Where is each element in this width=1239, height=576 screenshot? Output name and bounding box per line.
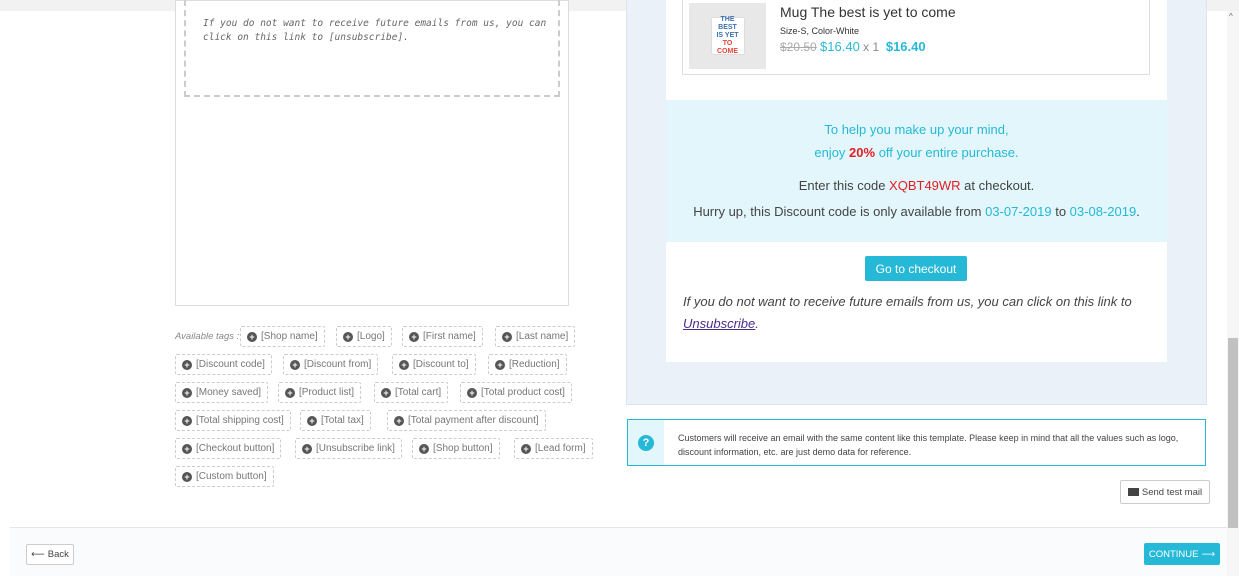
discount-percent: 20%: [849, 145, 876, 160]
plus-circle-icon: +: [290, 359, 300, 370]
tag-discount-code[interactable]: + [Discount code]: [175, 354, 272, 375]
continue-button[interactable]: CONTINUE ⟶: [1144, 543, 1220, 565]
info-icon-column: ?: [628, 420, 664, 465]
tag-total-product-cost[interactable]: + [Total product cost]: [460, 382, 572, 403]
line-total: $16.40: [885, 39, 926, 54]
plus-circle-icon: +: [285, 387, 295, 398]
arrow-right-icon: ⟶: [1201, 548, 1216, 560]
arrow-left-icon: ⟵: [31, 549, 45, 560]
plus-circle-icon: +: [394, 415, 404, 426]
promo-offer: enjoy 20% off your entire purchase.: [814, 145, 1019, 160]
promo-code-line: Enter this code XQBT49WR at checkout.: [798, 178, 1035, 193]
plus-circle-icon: +: [502, 331, 512, 342]
plus-circle-icon: +: [467, 387, 477, 398]
editor-unsubscribe-text[interactable]: If you do not want to receive future ema…: [203, 17, 548, 45]
unsubscribe-text: If you do not want to receive future ema…: [683, 294, 1132, 331]
plus-circle-icon: +: [343, 331, 353, 342]
plus-circle-icon: +: [399, 359, 409, 370]
editor-text-block[interactable]: [184, 0, 560, 97]
plus-circle-icon: +: [182, 415, 192, 426]
tag-last-name[interactable]: + [Last name]: [495, 326, 576, 347]
tag-custom-button[interactable]: + [Custom button]: [175, 466, 274, 487]
plus-circle-icon: +: [182, 443, 192, 454]
tag-shop-button[interactable]: + [Shop button]: [412, 438, 500, 459]
tag-shop-name[interactable]: + [Shop name]: [240, 326, 325, 347]
tag-logo[interactable]: + [Logo]: [336, 326, 392, 347]
scroll-up-icon[interactable]: ^: [1229, 12, 1233, 21]
date-from: 03-07-2019: [985, 204, 1052, 219]
tag-discount-from[interactable]: + [Discount from]: [283, 354, 379, 375]
plus-circle-icon: +: [302, 443, 312, 454]
plus-circle-icon: +: [182, 359, 192, 370]
tag-total-payment-after-discount[interactable]: + [Total payment after discount]: [387, 410, 546, 431]
available-tags-label: Available tags :: [175, 331, 240, 342]
plus-circle-icon: +: [381, 387, 391, 398]
footer-bar: [10, 527, 1227, 576]
envelope-icon: [1127, 488, 1139, 496]
plus-circle-icon: +: [521, 443, 531, 454]
plus-circle-icon: +: [247, 331, 257, 342]
product-image: THE BEST IS YET TO COME: [689, 3, 766, 69]
mug-graphic: THE BEST IS YET TO COME: [710, 16, 745, 55]
tag-total-tax[interactable]: + [Total tax]: [300, 410, 371, 431]
tag-reduction[interactable]: + [Reduction]: [488, 354, 567, 375]
promo-validity: Hurry up, this Discount code is only ava…: [693, 204, 1140, 219]
tag-total-cart[interactable]: + [Total cart]: [374, 382, 449, 403]
tag-discount-to[interactable]: + [Discount to]: [392, 354, 476, 375]
plus-circle-icon: +: [419, 443, 429, 454]
discount-code: XQBT49WR: [889, 178, 961, 193]
question-circle-icon: ?: [638, 434, 654, 451]
tag-lead-form[interactable]: + [Lead form]: [514, 438, 593, 459]
product-name: Mug The best is yet to come: [780, 4, 956, 20]
tag-checkout-button[interactable]: + [Checkout button]: [175, 438, 282, 459]
tag-first-name[interactable]: + [First name]: [402, 326, 483, 347]
go-to-checkout-button[interactable]: Go to checkout: [865, 256, 967, 281]
plus-circle-icon: +: [495, 359, 505, 370]
promo-headline: To help you make up your mind,: [824, 122, 1009, 137]
tag-unsubscribe-link[interactable]: + [Unsubscribe link]: [295, 438, 402, 459]
old-price: $20.50: [780, 40, 817, 54]
back-button[interactable]: ⟵ Back: [26, 544, 74, 565]
plus-circle-icon: +: [307, 415, 317, 426]
quantity: x 1: [863, 40, 880, 54]
plus-circle-icon: +: [182, 387, 192, 398]
promo-block: To help you make up your mind, enjoy 20%…: [666, 100, 1167, 242]
unsubscribe-link[interactable]: Unsubscribe: [683, 316, 755, 331]
info-alert: ? Customers will receive an email with t…: [627, 419, 1206, 466]
product-attributes: Size-S, Color-White: [780, 26, 860, 36]
new-price: $16.40: [820, 39, 860, 54]
plus-circle-icon: +: [182, 471, 192, 482]
tag-money-saved[interactable]: + [Money saved]: [175, 382, 269, 403]
plus-circle-icon: +: [409, 331, 419, 342]
date-to: 03-08-2019: [1069, 204, 1137, 219]
send-test-mail-button[interactable]: Send test mail: [1120, 480, 1210, 504]
tag-product-list[interactable]: + [Product list]: [278, 382, 362, 403]
tag-total-shipping-cost[interactable]: + [Total shipping cost]: [175, 410, 291, 431]
product-price-line: $20.50 $16.40 x 1 $16.40: [780, 39, 926, 54]
info-text: Customers will receive an email with the…: [678, 433, 1179, 457]
scrollbar-thumb[interactable]: [1228, 338, 1238, 528]
